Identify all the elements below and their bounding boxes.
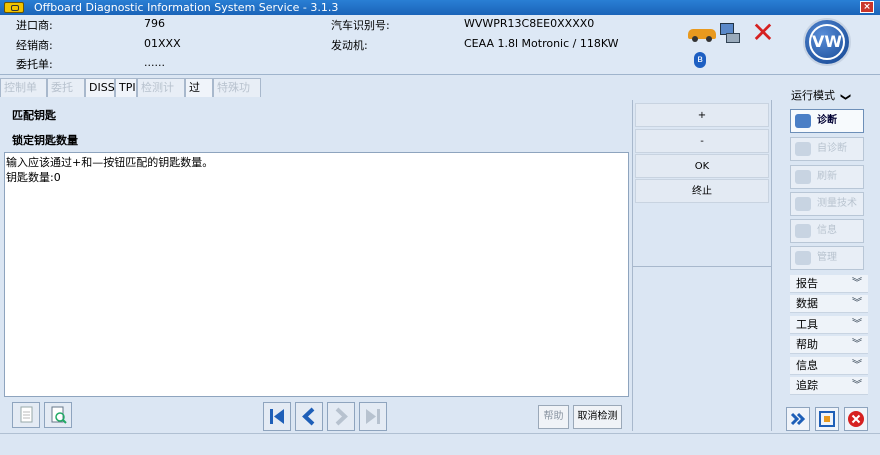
pane-divider	[633, 266, 771, 267]
disconnected-x-icon: ✕	[751, 16, 775, 49]
zoom-document-button[interactable]	[44, 402, 72, 428]
tab-diss[interactable]: DISS	[85, 78, 115, 97]
instruction-text-area: 输入应该通过+和—按钮匹配的钥匙数量。 钥匙数量:0	[4, 152, 629, 397]
menu-trace[interactable]: 追踪 ︾	[790, 377, 868, 395]
operating-mode-label: 运行模式	[791, 89, 835, 102]
status-bar	[0, 433, 880, 455]
engine-label: 发动机:	[331, 39, 368, 52]
info-button[interactable]: 信息	[790, 219, 864, 243]
instruction-line: 输入应该通过+和—按钮匹配的钥匙数量。	[6, 156, 214, 169]
skip-first-icon	[270, 409, 284, 424]
section-title: 锁定钥匙数量	[12, 134, 78, 147]
forward-button[interactable]	[786, 407, 810, 431]
chevron-down-icon: ︾	[852, 339, 862, 350]
zoom-document-icon	[51, 406, 67, 424]
self-diagnosis-label: 自诊断	[817, 143, 847, 154]
cancel-test-button[interactable]: 取消检测	[573, 405, 622, 429]
tab-bar: 控制单元 委托单 DISS TPI 检测计划 过程 特殊功能	[0, 76, 774, 112]
menu-tools[interactable]: 工具 ︾	[790, 316, 868, 334]
vehicle-connection-icon	[688, 25, 716, 42]
importer-value: 796	[144, 17, 165, 30]
tab-tpi[interactable]: TPI	[115, 78, 137, 97]
admin-button[interactable]: 管理	[790, 246, 864, 270]
chevron-down-icon: ︾	[852, 298, 862, 309]
bluetooth-icon: ʙ	[694, 52, 706, 68]
window-title: Offboard Diagnostic Information System S…	[34, 1, 339, 14]
exit-button[interactable]	[844, 407, 868, 431]
next-button[interactable]	[327, 402, 355, 431]
tab-work-order[interactable]: 委托单	[47, 78, 85, 112]
tab-process[interactable]: 过程	[185, 78, 213, 112]
sidebar: 运行模式 ❯ 诊断 自诊断 刷新 测量技术 信息 管理 报告 ︾ 数据 ︾ 工具 ︾ …	[785, 80, 876, 431]
vin-value: WVWPR13C8EE0XXXX0	[464, 17, 595, 30]
importer-label: 进口商:	[16, 19, 53, 32]
camera-frame-icon	[819, 411, 835, 427]
flash-label: 刷新	[817, 171, 837, 182]
close-circle-icon	[848, 411, 864, 427]
previous-button[interactable]	[295, 402, 323, 431]
tab-test-plan[interactable]: 检测计划	[137, 78, 185, 112]
app-icon	[4, 2, 24, 13]
vehicle-info-header: 进口商: 796 经销商: 01XXX 委托单: ...... 汽车识别号: W…	[0, 15, 880, 75]
first-page-button[interactable]	[263, 402, 291, 431]
flash-icon	[795, 170, 811, 184]
screenshot-button[interactable]	[815, 407, 839, 431]
decrease-button[interactable]: -	[635, 129, 769, 153]
increase-button[interactable]: +	[635, 103, 769, 127]
menu-report[interactable]: 报告 ︾	[790, 275, 868, 293]
double-chevron-right-icon	[790, 412, 806, 426]
chevron-down-icon: ︾	[852, 380, 862, 391]
computer-network-icon	[718, 23, 742, 45]
key-count-line: 钥匙数量:0	[6, 171, 61, 184]
measurement-label: 测量技术	[817, 198, 857, 209]
order-value: ......	[144, 56, 165, 69]
chevron-down-icon: ❯	[839, 92, 851, 102]
measurement-button[interactable]: 测量技术	[790, 192, 864, 216]
admin-label: 管理	[817, 252, 837, 263]
page-title: 匹配钥匙	[12, 109, 56, 122]
admin-icon	[795, 251, 811, 265]
flash-button[interactable]: 刷新	[790, 165, 864, 189]
operating-mode-header[interactable]: 运行模式 ❯	[791, 87, 871, 105]
self-diagnosis-button[interactable]: 自诊断	[790, 137, 864, 161]
dealer-label: 经销商:	[16, 39, 53, 52]
menu-info[interactable]: 信息 ︾	[790, 357, 868, 375]
engine-value: CEAA 1.8l Motronic / 118KW	[464, 37, 619, 50]
help-button[interactable]: 帮助	[538, 405, 569, 429]
tab-special-functions[interactable]: 特殊功能	[213, 78, 261, 112]
document-icon	[20, 406, 33, 423]
vw-logo: VW	[803, 18, 851, 66]
last-page-button[interactable]	[359, 402, 387, 431]
menu-data[interactable]: 数据 ︾	[790, 295, 868, 313]
self-diagnosis-icon	[795, 142, 811, 156]
dealer-value: 01XXX	[144, 37, 181, 50]
skip-last-icon	[366, 409, 380, 424]
measurement-icon	[795, 197, 811, 211]
title-bar: Offboard Diagnostic Information System S…	[0, 0, 880, 15]
chevron-down-icon: ︾	[852, 319, 862, 330]
document-button[interactable]	[12, 402, 40, 428]
menu-help[interactable]: 帮助 ︾	[790, 336, 868, 354]
window-close-button[interactable]: ×	[860, 1, 874, 13]
vin-label: 汽车识别号:	[331, 19, 390, 32]
arrow-left-icon	[302, 407, 315, 426]
info-icon	[795, 224, 811, 238]
ok-button[interactable]: OK	[635, 154, 769, 178]
diagnosis-label: 诊断	[817, 115, 837, 126]
action-pane: + - OK 终止	[632, 100, 772, 431]
main-panel: 匹配钥匙 锁定钥匙数量 输入应该通过+和—按钮匹配的钥匙数量。 钥匙数量:0 帮…	[0, 98, 630, 431]
chevron-down-icon: ︾	[852, 278, 862, 289]
info-label: 信息	[817, 225, 837, 236]
order-label: 委托单:	[16, 58, 53, 71]
diagnosis-button[interactable]: 诊断	[790, 109, 864, 133]
stop-button[interactable]: 终止	[635, 179, 769, 203]
stethoscope-icon	[795, 114, 811, 128]
chevron-down-icon: ︾	[852, 360, 862, 371]
tab-control-units[interactable]: 控制单元	[0, 78, 47, 112]
arrow-right-icon	[335, 407, 348, 426]
